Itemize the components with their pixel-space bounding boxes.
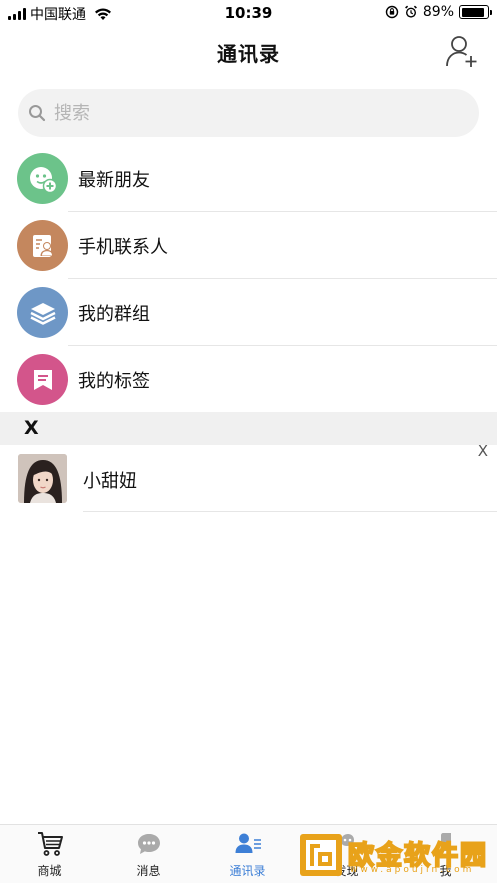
page-title: 通讯录 [217,42,280,66]
alphabet-index-letter[interactable]: X [478,442,488,460]
battery-icon [459,5,492,19]
contacts-menu: 最新朋友 手机联系人 我的群组 我的标签 [0,145,497,413]
search-input[interactable] [54,102,434,124]
battery-fill [461,7,484,17]
watermark-url: www.apoujin.com [350,865,475,875]
alarm-icon [404,5,417,18]
new-friend-icon [17,153,68,204]
contact-row[interactable]: 小甜妞 X [0,442,497,512]
tab-label: 消息 [136,864,161,878]
phone-contacts-icon [17,220,68,271]
divider [83,511,497,512]
tab-mall[interactable]: 商城 [0,825,99,883]
menu-item-new-friends[interactable]: 最新朋友 [0,145,497,212]
groups-icon [17,287,68,338]
contact-name: 小甜妞 [83,471,137,492]
watermark: 欧金软件园 www.apoujin.com [298,832,493,880]
add-contact-icon[interactable] [445,34,479,68]
menu-item-tags[interactable]: 我的标签 [0,346,497,413]
section-letter: X [24,417,39,439]
tab-messages[interactable]: 消息 [99,825,198,883]
tags-icon [17,354,68,405]
message-icon [137,834,160,854]
section-header: X [0,412,497,445]
tab-contacts[interactable]: 通讯录 [198,825,297,883]
status-right: 89% [385,4,492,20]
menu-item-label: 手机联系人 [78,237,168,258]
menu-item-phone-contacts[interactable]: 手机联系人 [0,212,497,279]
status-bar: 中国联通 10:39 89% [0,0,497,26]
tab-label: 通讯录 [229,864,266,878]
contacts-icon [235,833,261,853]
search-icon [29,105,46,122]
cart-icon [37,832,63,856]
nav-bar: 通讯录 [0,26,497,78]
search-bar[interactable] [18,89,479,137]
contact-avatar [18,454,67,503]
battery-percent: 89% [422,4,454,20]
tab-label: 商城 [37,864,62,878]
menu-item-groups[interactable]: 我的群组 [0,279,497,346]
orientation-lock-icon [385,5,399,19]
menu-item-label: 最新朋友 [78,170,150,191]
menu-item-label: 我的标签 [78,371,150,392]
watermark-logo-icon [300,834,342,876]
menu-item-label: 我的群组 [78,304,150,325]
